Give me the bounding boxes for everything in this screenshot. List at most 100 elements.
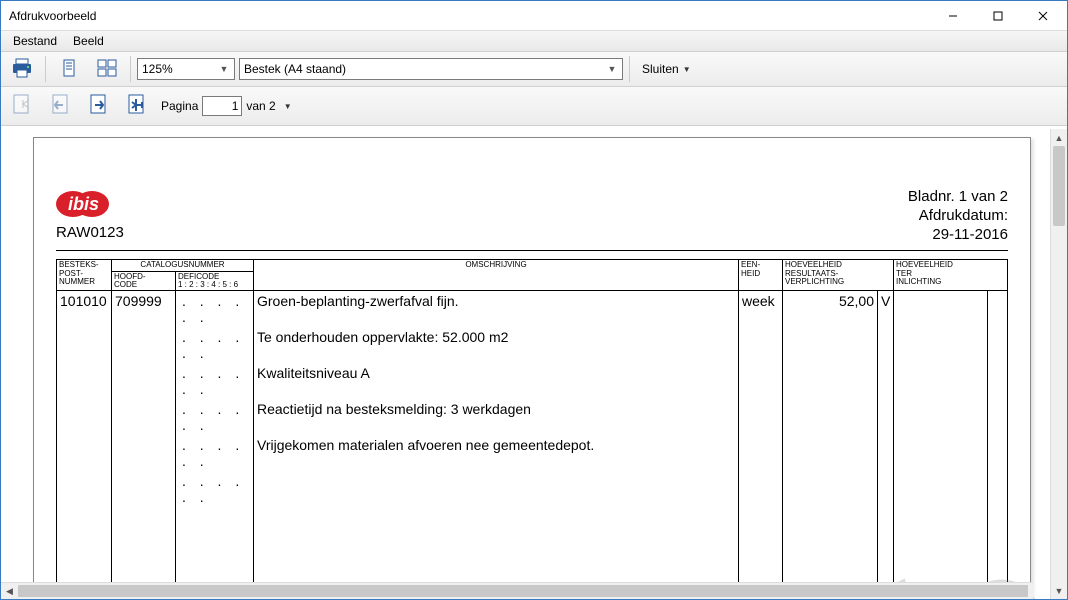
printdate-value: 29-11-2016 xyxy=(908,226,1008,245)
table-cell xyxy=(112,435,176,471)
table-cell xyxy=(254,547,739,567)
table-cell: 101010 xyxy=(57,291,112,328)
document-page: rsie ibis RAW0123 Bladnr. 1 van 2 Afdruk… xyxy=(33,137,1031,599)
ibis-logo-icon: ibis xyxy=(56,188,114,220)
multi-page-icon xyxy=(95,57,119,82)
toolbar-main: 125% ▼ Bestek (A4 staand) ▼ Sluiten ▼ xyxy=(1,52,1067,87)
scroll-left-icon[interactable]: ◀ xyxy=(1,583,18,599)
last-page-button[interactable] xyxy=(119,92,153,120)
table-cell xyxy=(739,327,783,363)
scroll-down-icon[interactable]: ▼ xyxy=(1051,582,1067,599)
table-cell xyxy=(57,471,112,507)
table-cell: Reactietijd na besteksmelding: 3 werkdag… xyxy=(254,399,739,435)
hscroll-thumb[interactable] xyxy=(18,585,1028,597)
table-cell xyxy=(254,507,739,527)
table-cell xyxy=(783,327,878,363)
preview-viewport[interactable]: rsie ibis RAW0123 Bladnr. 1 van 2 Afdruk… xyxy=(1,129,1050,599)
table-cell: . . . . . . xyxy=(176,327,254,363)
vscroll-thumb[interactable] xyxy=(1053,146,1065,226)
view-multi-page-button[interactable] xyxy=(90,55,124,83)
hscroll-track[interactable] xyxy=(18,583,1016,599)
layout-value: Bestek (A4 staand) xyxy=(244,62,346,76)
prev-page-button[interactable] xyxy=(43,92,77,120)
document-header: ibis RAW0123 Bladnr. 1 van 2 Afdrukdatum… xyxy=(56,188,1008,244)
document-header-right: Bladnr. 1 van 2 Afdrukdatum: 29-11-2016 xyxy=(908,188,1008,244)
close-preview-button[interactable]: Sluiten ▼ xyxy=(636,60,697,78)
chevron-down-icon: ▼ xyxy=(604,64,620,74)
zoom-select[interactable]: 125% ▼ xyxy=(137,58,235,80)
page-number-label: Bladnr. 1 van 2 xyxy=(908,188,1008,207)
table-cell xyxy=(894,363,988,399)
horizontal-scrollbar[interactable]: ◀ ▶ xyxy=(1,582,1033,599)
layout-select[interactable]: Bestek (A4 staand) ▼ xyxy=(239,58,623,80)
close-window-button[interactable] xyxy=(1020,1,1065,30)
print-button[interactable] xyxy=(5,55,39,83)
table-cell xyxy=(739,363,783,399)
table-cell: . . . . . . xyxy=(176,399,254,435)
table-row: 101010709999. . . . . .Groen-beplanting-… xyxy=(57,291,1008,328)
close-label: Sluiten xyxy=(642,62,679,76)
page-of-label: van 2 xyxy=(246,99,275,113)
minimize-button[interactable] xyxy=(930,1,975,30)
prev-page-icon xyxy=(47,92,73,121)
table-row: . . . . . .Vrijgekomen materialen afvoer… xyxy=(57,435,1008,471)
table-cell xyxy=(988,363,1008,399)
vscroll-track[interactable] xyxy=(1051,146,1067,582)
table-cell xyxy=(783,471,878,507)
table-cell xyxy=(878,471,894,507)
th-hoev1: HOEVEELHEID RESULTAATS- VERPLICHTING xyxy=(783,260,894,291)
table-cell xyxy=(254,471,739,507)
table-row: . . . . . .Kwaliteitsniveau A xyxy=(57,363,1008,399)
table-cell xyxy=(988,507,1008,527)
header-rule xyxy=(56,250,1008,251)
table-cell: 709999 xyxy=(112,291,176,328)
table-cell xyxy=(894,399,988,435)
table-cell xyxy=(894,435,988,471)
table-cell xyxy=(112,471,176,507)
separator xyxy=(45,56,46,82)
th-eenheid: EEN- HEID xyxy=(739,260,783,291)
table-cell xyxy=(57,435,112,471)
table-cell xyxy=(176,547,254,567)
table-cell: V xyxy=(878,291,894,328)
view-single-page-button[interactable] xyxy=(52,55,86,83)
table-cell xyxy=(112,327,176,363)
window-title: Afdrukvoorbeeld xyxy=(9,9,930,23)
menu-bestand[interactable]: Bestand xyxy=(5,32,65,50)
table-cell xyxy=(739,507,783,527)
table-cell xyxy=(988,435,1008,471)
table-cell xyxy=(112,507,176,527)
menubar: Bestand Beeld xyxy=(1,31,1067,52)
next-page-icon xyxy=(85,92,111,121)
scroll-up-icon[interactable]: ▲ xyxy=(1051,129,1067,146)
table-cell xyxy=(878,399,894,435)
table-cell xyxy=(176,507,254,527)
first-page-button[interactable] xyxy=(5,92,39,120)
table-cell xyxy=(254,527,739,547)
table-cell xyxy=(894,547,988,567)
dropdown-caret-icon: ▼ xyxy=(683,65,691,74)
table-cell xyxy=(878,507,894,527)
table-cell xyxy=(783,363,878,399)
table-cell xyxy=(176,527,254,547)
last-page-icon xyxy=(123,92,149,121)
table-cell xyxy=(988,399,1008,435)
table-row xyxy=(57,527,1008,547)
menu-beeld[interactable]: Beeld xyxy=(65,32,112,50)
table-cell: . . . . . . xyxy=(176,291,254,328)
chevron-down-icon: ▼ xyxy=(216,64,232,74)
next-page-button[interactable] xyxy=(81,92,115,120)
page-input[interactable] xyxy=(202,96,242,116)
table-cell: . . . . . . xyxy=(176,471,254,507)
table-cell: week xyxy=(739,291,783,328)
table-cell xyxy=(112,399,176,435)
table-cell xyxy=(894,471,988,507)
table-cell xyxy=(783,527,878,547)
table-cell xyxy=(112,527,176,547)
table-cell: Groen-beplanting-zwerfafval fijn. xyxy=(254,291,739,328)
table-cell xyxy=(57,527,112,547)
vertical-scrollbar[interactable]: ▲ ▼ xyxy=(1050,129,1067,599)
page-label: Pagina xyxy=(161,99,198,113)
printdate-label: Afdrukdatum: xyxy=(908,207,1008,226)
maximize-button[interactable] xyxy=(975,1,1020,30)
